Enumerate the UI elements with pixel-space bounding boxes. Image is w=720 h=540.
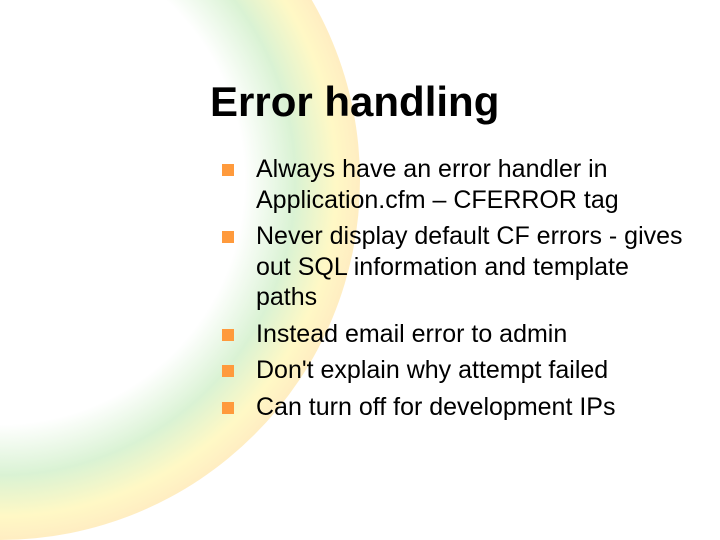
bullet-item: Instead email error to admin — [222, 319, 690, 350]
slide-title: Error handling — [210, 78, 499, 126]
bullet-item: Never display default CF errors - gives … — [222, 221, 690, 313]
bullet-item: Always have an error handler in Applicat… — [222, 154, 690, 215]
bullet-text: Can turn off for development IPs — [256, 392, 690, 423]
bullet-item: Don't explain why attempt failed — [222, 355, 690, 386]
square-bullet-icon — [222, 164, 234, 176]
bullet-item: Can turn off for development IPs — [222, 392, 690, 423]
bullet-text: Never display default CF errors - gives … — [256, 221, 690, 313]
bullet-text: Always have an error handler in Applicat… — [256, 154, 690, 215]
bullet-text: Instead email error to admin — [256, 319, 690, 350]
square-bullet-icon — [222, 329, 234, 341]
square-bullet-icon — [222, 402, 234, 414]
slide-body: Always have an error handler in Applicat… — [222, 154, 690, 428]
square-bullet-icon — [222, 365, 234, 377]
bullet-text: Don't explain why attempt failed — [256, 355, 690, 386]
slide: Error handling Always have an error hand… — [0, 0, 720, 540]
square-bullet-icon — [222, 231, 234, 243]
